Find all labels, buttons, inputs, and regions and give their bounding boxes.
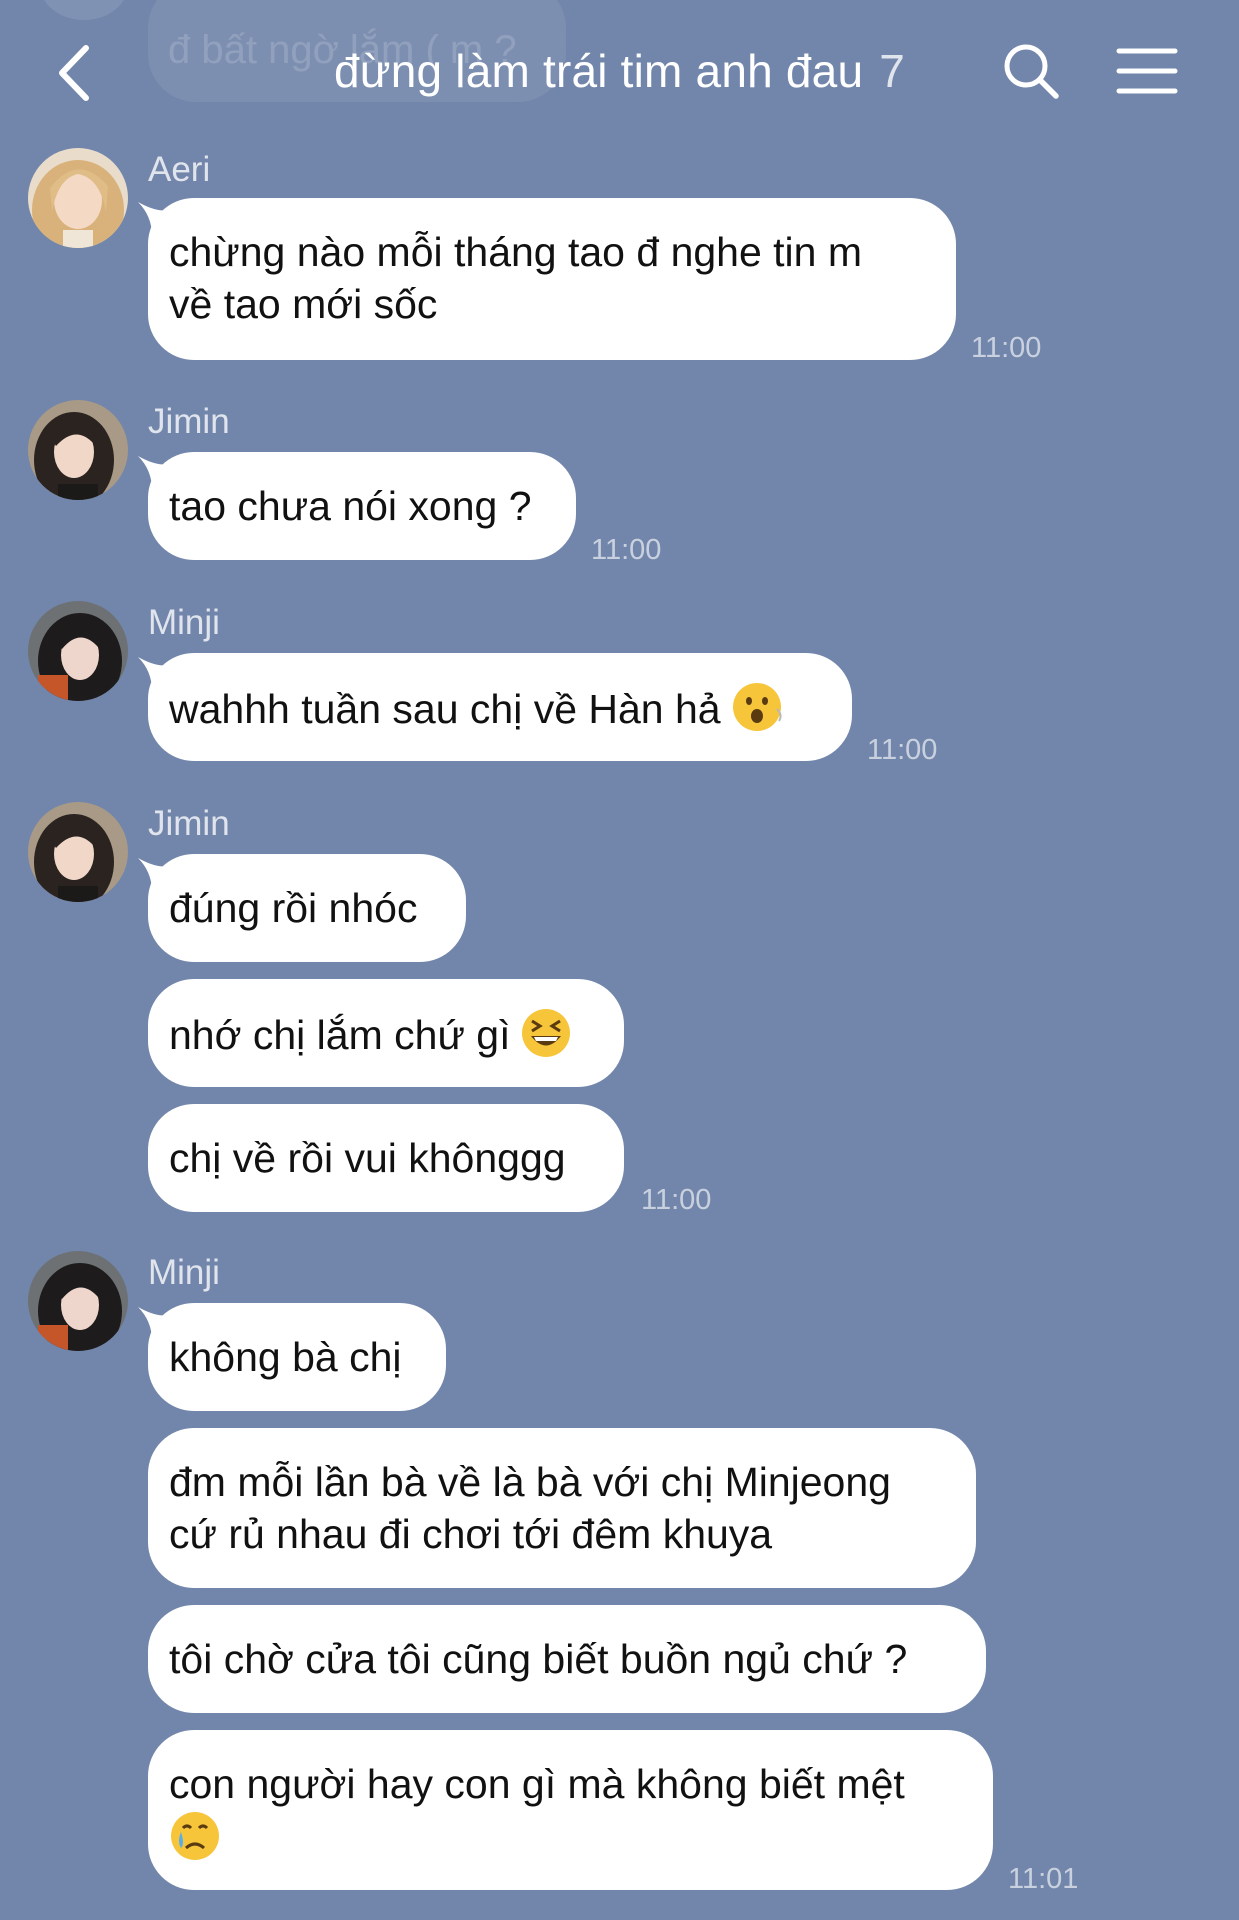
- avatar-jimin[interactable]: [28, 400, 128, 500]
- sender-name: Aeri: [148, 150, 211, 189]
- sender-name: Minji: [148, 603, 220, 642]
- message-bubble[interactable]: nhớ chị lắm chứ gì: [148, 979, 624, 1087]
- search-icon: [1004, 44, 1059, 99]
- search-button[interactable]: [1000, 40, 1062, 102]
- message-text: về tao mới sốc: [169, 281, 438, 327]
- message-emoji-line: [169, 1810, 969, 1864]
- message-text: cứ rủ nhau đi chơi tới đêm khuya: [169, 1511, 773, 1557]
- avatar-minji[interactable]: [28, 1251, 128, 1351]
- message-bubble[interactable]: wahhh tuần sau chị về Hàn hả: [148, 653, 852, 761]
- message-text: con người hay con gì mà không biết mệt: [169, 1761, 905, 1807]
- chat-header: đ bất ngờ lắm ( m ? đừng làm trái tim an…: [0, 0, 1239, 140]
- sender-name: Minji: [148, 1253, 220, 1292]
- menu-button[interactable]: [1116, 46, 1178, 96]
- member-count: 7: [879, 45, 906, 97]
- message-bubble[interactable]: tao chưa nói xong ?: [148, 452, 576, 560]
- message-text: chừng nào mỗi tháng tao đ nghe tin m: [169, 229, 863, 275]
- chat-screen: đ bất ngờ lắm ( m ? đừng làm trái tim an…: [0, 0, 1239, 1920]
- message-timestamp: 11:00: [971, 332, 1042, 364]
- avatar-dark-hair-icon: [28, 802, 128, 902]
- group-name: đừng làm trái tim anh đau: [333, 45, 864, 97]
- crying-face-emoji: [171, 1812, 219, 1860]
- message-text: đm mỗi lần bà về là bà với chị Minjeong: [169, 1459, 891, 1505]
- avatar-minji[interactable]: [28, 601, 128, 701]
- sender-name: Jimin: [148, 402, 230, 441]
- message-text: chị về rồi vui khônggg: [169, 1135, 566, 1181]
- message-text: không bà chị: [169, 1334, 402, 1380]
- message-bubble[interactable]: đm mỗi lần bà về là bà với chị Minjeong …: [148, 1428, 976, 1588]
- avatar-dark-hair-icon: [28, 1251, 128, 1351]
- message-timestamp: 11:01: [1008, 1863, 1079, 1895]
- avatar-aeri[interactable]: [28, 148, 128, 248]
- message-timestamp: 11:00: [591, 534, 662, 566]
- message-text: nhớ chị lắm chứ gì: [169, 1012, 511, 1058]
- sender-name: Jimin: [148, 804, 230, 843]
- message-bubble[interactable]: không bà chị: [148, 1303, 446, 1411]
- message-timestamp: 11:00: [641, 1184, 712, 1216]
- message-text: wahhh tuần sau chị về Hàn hả: [169, 686, 721, 732]
- message-text: tao chưa nói xong ?: [169, 483, 532, 529]
- avatar-jimin[interactable]: [28, 802, 128, 902]
- message-timestamp: 11:00: [867, 734, 938, 766]
- avatar-blonde-icon: [28, 148, 128, 248]
- message-bubble[interactable]: chừng nào mỗi tháng tao đ nghe tin m về …: [148, 198, 956, 360]
- message-text: đúng rồi nhóc: [169, 885, 418, 931]
- message-bubble[interactable]: con người hay con gì mà không biết mệt: [148, 1730, 993, 1890]
- message-bubble[interactable]: chị về rồi vui khônggg: [148, 1104, 624, 1212]
- grinning-squinting-face-emoji: [522, 1009, 571, 1057]
- message-text: tôi chờ cửa tôi cũng biết buồn ngủ chứ ?: [169, 1636, 908, 1682]
- message-text-line: wahhh tuần sau chị về Hàn hả: [169, 681, 828, 735]
- message-bubble[interactable]: đúng rồi nhóc: [148, 854, 466, 962]
- hushed-face-emoji: [732, 683, 782, 731]
- scrolled-avatar: [40, 0, 128, 20]
- avatar-dark-hair-icon: [28, 601, 128, 701]
- message-text-line: nhớ chị lắm chứ gì: [169, 1007, 600, 1061]
- hamburger-menu-icon: [1116, 48, 1178, 94]
- avatar-dark-hair-icon: [28, 400, 128, 500]
- message-bubble[interactable]: tôi chờ cửa tôi cũng biết buồn ngủ chứ ?: [148, 1605, 986, 1713]
